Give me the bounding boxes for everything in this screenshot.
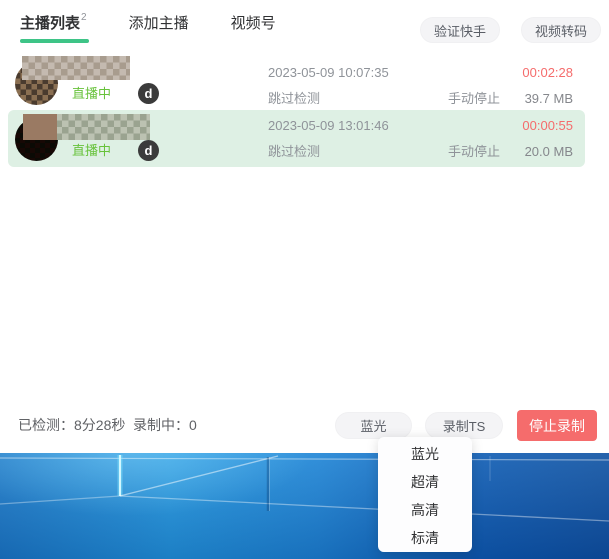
desktop-wallpaper	[0, 453, 609, 559]
verify-kuaishou-button[interactable]: 验证快手	[420, 17, 500, 43]
skip-detect-label: 跳过检测	[268, 91, 320, 107]
tab-anchor-list-label: 主播列表	[20, 15, 80, 32]
stop-recording-button[interactable]: 停止录制	[517, 410, 597, 441]
manual-stop-label: 手动停止	[448, 91, 500, 107]
record-duration: 00:00:55	[522, 118, 573, 134]
verify-kuaishou-label: 验证快手	[434, 21, 486, 40]
tab-video-account[interactable]: 视频号	[231, 12, 276, 43]
anchor-row-2[interactable]: 直播中 d 2023-05-09 13:01:46 00:00:55 跳过检测 …	[8, 110, 585, 167]
live-status-badge: 直播中	[72, 143, 111, 159]
checked-timestamp: 2023-05-09 10:07:35	[268, 65, 389, 81]
quality-select-label: 蓝光	[360, 416, 386, 435]
dropdown-option-hd[interactable]: 高清	[378, 496, 472, 524]
app-window: 主播列表2 添加主播 视频号 验证快手 视频转码 直播中 d 2023-05-0…	[0, 0, 609, 453]
dropdown-option-blu-ray[interactable]: 蓝光	[378, 440, 472, 468]
file-size: 20.0 MB	[525, 144, 573, 160]
recording-count-status: 录制中：0	[133, 415, 197, 435]
platform-d-icon: d	[138, 140, 159, 161]
video-transcode-button[interactable]: 视频转码	[521, 17, 601, 43]
skip-detect-label: 跳过检测	[268, 144, 320, 160]
anchor-row-1[interactable]: 直播中 d 2023-05-09 10:07:35 00:02:28 跳过检测 …	[8, 57, 585, 110]
tab-anchor-list-badge: 2	[81, 12, 87, 23]
record-duration: 00:02:28	[522, 65, 573, 81]
tab-add-anchor[interactable]: 添加主播	[129, 12, 189, 43]
record-ts-label: 录制TS	[443, 416, 486, 435]
windows-logo-light-rays	[0, 453, 609, 559]
dropdown-option-sd[interactable]: 标清	[378, 524, 472, 552]
tab-add-anchor-label: 添加主播	[129, 15, 189, 32]
censored-name-mosaic	[23, 114, 150, 140]
video-transcode-label: 视频转码	[535, 21, 587, 40]
manual-stop-label: 手动停止	[448, 144, 500, 160]
quality-dropdown-menu: 蓝光 超清 高清 标清	[378, 437, 472, 552]
tab-anchor-list[interactable]: 主播列表2	[20, 12, 87, 43]
active-tab-underline	[20, 39, 89, 43]
dropdown-option-ultra-hd[interactable]: 超清	[378, 468, 472, 496]
checked-timestamp: 2023-05-09 13:01:46	[268, 118, 389, 134]
quality-select-button[interactable]: 蓝光	[335, 412, 412, 439]
censored-name-mosaic	[22, 56, 130, 80]
record-ts-button[interactable]: 录制TS	[425, 412, 503, 439]
stop-recording-label: 停止录制	[529, 416, 585, 436]
file-size: 39.7 MB	[525, 91, 573, 107]
live-status-badge: 直播中	[72, 86, 111, 102]
platform-d-icon: d	[138, 83, 159, 104]
tab-video-account-label: 视频号	[231, 15, 276, 32]
detected-time-status: 已检测：8分28秒	[18, 415, 125, 435]
tab-bar: 主播列表2 添加主播 视频号	[20, 12, 276, 43]
screen: 主播列表2 添加主播 视频号 验证快手 视频转码 直播中 d 2023-05-0…	[0, 0, 609, 559]
